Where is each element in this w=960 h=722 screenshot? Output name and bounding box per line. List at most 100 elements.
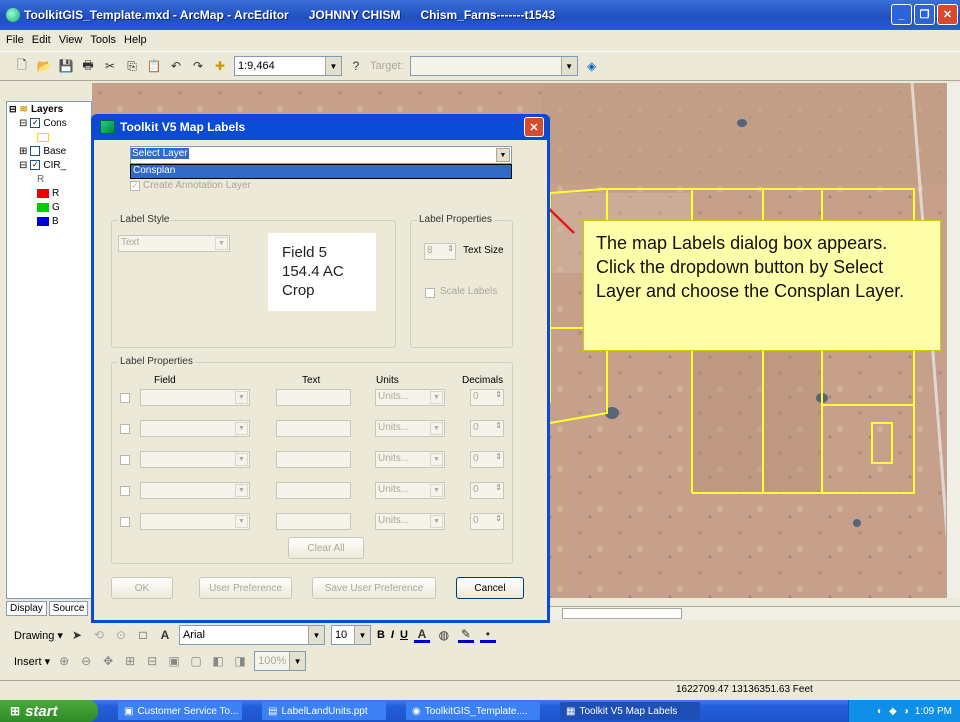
spinner-arrows-icon[interactable]: ⇕: [495, 390, 502, 399]
full-extent-icon[interactable]: ▣: [166, 653, 182, 669]
field-combo[interactable]: ▼: [140, 389, 250, 406]
select-layer-combo[interactable]: Select Layer ▼: [130, 146, 512, 164]
text-input[interactable]: [276, 389, 351, 406]
insert-menu[interactable]: Insert ▾: [14, 655, 50, 668]
task-toolkit-map-labels[interactable]: ▦ Toolkit V5 Map Labels: [560, 702, 700, 720]
chevron-down-icon[interactable]: ▼: [496, 148, 510, 162]
volume-icon[interactable]: ◑: [903, 706, 909, 717]
chevron-down-icon[interactable]: ▼: [430, 484, 443, 497]
back-extent-icon[interactable]: ◧: [210, 653, 226, 669]
ok-button[interactable]: OK: [111, 577, 173, 599]
spinner-arrows-icon[interactable]: ⇕: [495, 514, 502, 523]
chevron-down-icon[interactable]: ▼: [289, 652, 306, 670]
field-combo[interactable]: ▼: [140, 482, 250, 499]
task-arcmap[interactable]: ◉ ToolkitGIS_Template....: [406, 702, 540, 720]
chevron-down-icon[interactable]: ▼: [235, 484, 248, 497]
line-color-icon[interactable]: ✎: [457, 627, 474, 643]
spinner-arrows-icon[interactable]: ⇕: [495, 421, 502, 430]
units-combo[interactable]: Units... ▼: [375, 482, 445, 499]
create-annotation-checkbox[interactable]: ✓: [130, 180, 140, 191]
row-checkbox[interactable]: [120, 486, 130, 496]
fixed-zoom-in-icon[interactable]: ⊞: [122, 653, 138, 669]
dropdown-option-consplan[interactable]: Consplan: [130, 164, 512, 179]
row-checkbox[interactable]: [120, 517, 130, 527]
label-style-combo[interactable]: Text ▼: [118, 235, 230, 252]
font-color-icon[interactable]: A: [413, 627, 430, 643]
chevron-down-icon[interactable]: ▼: [430, 422, 443, 435]
dialog-title: Toolkit V5 Map Labels: [120, 120, 246, 134]
cancel-button[interactable]: Cancel: [456, 577, 524, 599]
chevron-down-icon[interactable]: ▼: [307, 626, 324, 644]
decimals-spinner[interactable]: 0 ⇕: [470, 513, 504, 530]
rotate-icon[interactable]: ⟲: [91, 627, 107, 643]
font-size-combo[interactable]: 10 ▼: [330, 625, 371, 645]
text-input[interactable]: [276, 482, 351, 499]
task-customer-service[interactable]: ▣ Customer Service To...: [118, 702, 242, 720]
forward-extent-icon[interactable]: ◨: [232, 653, 248, 669]
dialog-close-button[interactable]: ✕: [524, 117, 544, 137]
label-row: ▼ Units... ▼ 0 ⇕: [112, 480, 512, 502]
rectangle-icon[interactable]: □: [135, 627, 151, 643]
decimals-spinner[interactable]: 0 ⇕: [470, 451, 504, 468]
spinner-arrows-icon[interactable]: ⇕: [495, 483, 502, 492]
row-checkbox[interactable]: [120, 424, 130, 434]
create-annotation-label: Create Annotation Layer: [143, 180, 251, 191]
label-row: ▼ Units... ▼ 0 ⇕: [112, 418, 512, 440]
fill-color-icon[interactable]: ◍: [436, 627, 452, 643]
chevron-down-icon[interactable]: ▼: [430, 453, 443, 466]
save-user-preference-button[interactable]: Save User Preference: [312, 577, 436, 599]
text-input[interactable]: [276, 513, 351, 530]
units-combo[interactable]: Units... ▼: [375, 451, 445, 468]
system-tray: ◐ ◆ ◑ 1:09 PM: [848, 700, 960, 722]
drawing-menu[interactable]: Drawing ▾: [14, 629, 63, 642]
start-button[interactable]: ⊞ start: [0, 700, 98, 722]
marker-color-icon[interactable]: •: [479, 627, 496, 643]
decimals-spinner[interactable]: 0 ⇕: [470, 482, 504, 499]
units-combo[interactable]: Units... ▼: [375, 513, 445, 530]
field-combo[interactable]: ▼: [140, 451, 250, 468]
clear-all-button[interactable]: Clear All: [288, 537, 364, 559]
units-combo[interactable]: Units... ▼: [375, 389, 445, 406]
field-combo[interactable]: ▼: [140, 513, 250, 530]
row-checkbox[interactable]: [120, 393, 130, 403]
select-layer-text: Select Layer: [131, 148, 189, 159]
chevron-down-icon[interactable]: ▼: [235, 515, 248, 528]
chevron-down-icon[interactable]: ▼: [430, 391, 443, 404]
new-text-icon[interactable]: A: [157, 627, 173, 643]
spinner-arrows-icon[interactable]: ⇕: [447, 244, 454, 253]
user-preference-button[interactable]: User Preference: [199, 577, 292, 599]
row-checkbox[interactable]: [120, 455, 130, 465]
italic-button[interactable]: I: [391, 629, 394, 641]
chevron-down-icon[interactable]: ▼: [215, 237, 228, 250]
powerpoint-icon: ▤: [268, 705, 278, 717]
chevron-down-icon[interactable]: ▼: [235, 453, 248, 466]
text-input[interactable]: [276, 420, 351, 437]
network-icon[interactable]: ◐: [877, 706, 883, 717]
shield-icon[interactable]: ◆: [889, 706, 897, 717]
zoom-100-icon[interactable]: ▢: [188, 653, 204, 669]
zoom-percent-combo[interactable]: 100% ▼: [254, 651, 307, 671]
select-elements-icon[interactable]: ➤: [69, 627, 85, 643]
task-powerpoint[interactable]: ▤ LabelLandUnits.ppt: [262, 702, 386, 720]
fixed-zoom-out-icon[interactable]: ⊟: [144, 653, 160, 669]
chevron-down-icon[interactable]: ▼: [430, 515, 443, 528]
decimals-spinner[interactable]: 0 ⇕: [470, 389, 504, 406]
zoom-whole-page-icon[interactable]: ⊙: [113, 627, 129, 643]
pan-layout-icon[interactable]: ✥: [100, 653, 116, 669]
chevron-down-icon[interactable]: ▼: [235, 422, 248, 435]
units-combo[interactable]: Units... ▼: [375, 420, 445, 437]
text-size-spinner[interactable]: 8 ⇕: [424, 243, 456, 260]
spinner-arrows-icon[interactable]: ⇕: [495, 452, 502, 461]
chevron-down-icon[interactable]: ▼: [235, 391, 248, 404]
underline-button[interactable]: U: [400, 629, 408, 641]
text-input[interactable]: [276, 451, 351, 468]
zoom-in-layout-icon[interactable]: ⊕: [56, 653, 72, 669]
chevron-down-icon[interactable]: ▼: [353, 626, 370, 644]
scale-labels-checkbox[interactable]: [425, 288, 435, 298]
label-style-group: Label Style Text ▼ Field 5 154.4 AC Crop: [111, 214, 396, 348]
font-combo[interactable]: Arial ▼: [178, 625, 325, 645]
field-combo[interactable]: ▼: [140, 420, 250, 437]
decimals-spinner[interactable]: 0 ⇕: [470, 420, 504, 437]
zoom-out-layout-icon[interactable]: ⊖: [78, 653, 94, 669]
bold-button[interactable]: B: [377, 629, 385, 641]
